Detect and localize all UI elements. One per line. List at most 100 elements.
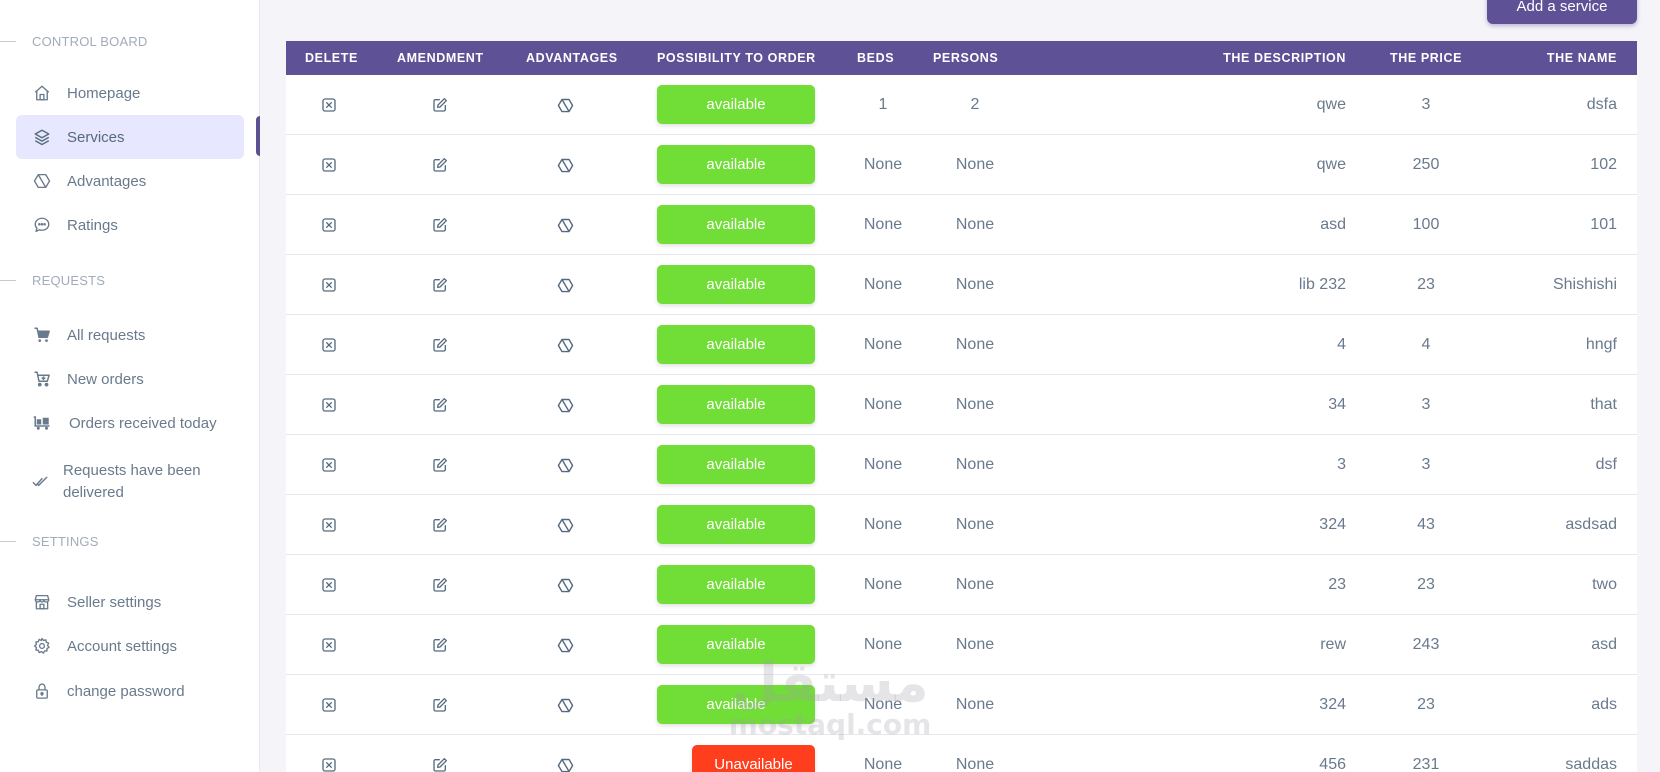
edit-icon[interactable] <box>432 517 448 533</box>
sidebar-item-label: Services <box>67 128 125 146</box>
edit-icon[interactable] <box>432 637 448 653</box>
advantages-hexagon-icon[interactable] <box>557 337 574 353</box>
sidebar-item-advantages[interactable]: Advantages <box>16 159 244 203</box>
sidebar-item-account-settings[interactable]: Account settings <box>16 624 244 668</box>
header-amendment: AMENDMENT <box>397 51 484 65</box>
hexagon-icon <box>32 171 52 191</box>
beds-cell: None <box>863 156 903 173</box>
description-cell: qwe <box>1316 156 1346 173</box>
edit-icon[interactable] <box>432 757 448 772</box>
edit-icon[interactable] <box>432 397 448 413</box>
delete-icon[interactable] <box>321 697 337 713</box>
store-icon <box>32 592 52 612</box>
availability-status-button[interactable]: available <box>657 565 815 604</box>
advantages-hexagon-icon[interactable] <box>557 277 574 293</box>
table-row: available None None 3 3 dsf <box>286 435 1637 495</box>
edit-icon[interactable] <box>432 277 448 293</box>
delete-icon[interactable] <box>321 157 337 173</box>
persons-cell: None <box>955 636 995 653</box>
section-header-settings: SETTINGS <box>0 534 99 549</box>
availability-status-button[interactable]: available <box>657 625 815 664</box>
delete-icon[interactable] <box>321 217 337 233</box>
sidebar-item-label: Advantages <box>67 172 147 190</box>
description-cell: 4 <box>1337 336 1346 353</box>
persons-cell: None <box>955 516 995 533</box>
persons-cell: None <box>955 276 995 293</box>
edit-icon[interactable] <box>432 217 448 233</box>
sidebar-item-all-requests[interactable]: All requests <box>16 313 244 357</box>
cart-plus-icon <box>32 369 52 389</box>
availability-status-button[interactable]: available <box>657 265 815 304</box>
edit-icon[interactable] <box>432 157 448 173</box>
advantages-hexagon-icon[interactable] <box>557 697 574 713</box>
delete-icon[interactable] <box>321 517 337 533</box>
advantages-hexagon-icon[interactable] <box>557 157 574 173</box>
edit-icon[interactable] <box>432 337 448 353</box>
advantages-hexagon-icon[interactable] <box>557 757 574 772</box>
description-cell: qwe <box>1316 96 1346 113</box>
sidebar-item-label: All requests <box>67 326 146 344</box>
availability-status-button[interactable]: available <box>657 385 815 424</box>
advantages-hexagon-icon[interactable] <box>557 457 574 473</box>
table-row: available None None asd 100 101 <box>286 195 1637 255</box>
availability-status-button[interactable]: Unavailable <box>692 745 815 772</box>
advantages-hexagon-icon[interactable] <box>557 577 574 593</box>
delete-icon[interactable] <box>321 337 337 353</box>
sidebar-item-label: Orders received today <box>69 414 217 432</box>
sidebar-item-seller-settings[interactable]: Seller settings <box>16 580 244 624</box>
advantages-hexagon-icon[interactable] <box>557 637 574 653</box>
advantages-hexagon-icon[interactable] <box>557 217 574 233</box>
name-cell: Shishishi <box>1552 276 1617 293</box>
description-cell: asd <box>1320 216 1346 233</box>
sidebar-item-services[interactable]: Services <box>16 115 244 159</box>
delete-icon[interactable] <box>321 277 337 293</box>
availability-status-button[interactable]: available <box>657 325 815 364</box>
delete-icon[interactable] <box>321 637 337 653</box>
section-divider <box>0 41 16 42</box>
edit-icon[interactable] <box>432 697 448 713</box>
name-cell: hngf <box>1585 336 1617 353</box>
availability-status-button[interactable]: available <box>657 85 815 124</box>
beds-cell: None <box>863 696 903 713</box>
advantages-hexagon-icon[interactable] <box>557 97 574 113</box>
sidebar-item-new-orders[interactable]: New orders <box>16 357 244 401</box>
table-row: available None None 324 43 asdsad <box>286 495 1637 555</box>
persons-cell: None <box>955 576 995 593</box>
sidebar-item-requests-delivered[interactable]: Requests have been delivered <box>16 452 244 512</box>
beds-cell: 1 <box>878 96 888 113</box>
sidebar-item-ratings[interactable]: Ratings <box>16 203 244 247</box>
delete-icon[interactable] <box>321 457 337 473</box>
sidebar-item-orders-received-today[interactable]: Orders received today <box>16 401 244 445</box>
advantages-hexagon-icon[interactable] <box>557 517 574 533</box>
header-delete: DELETE <box>305 51 358 65</box>
availability-status-button[interactable]: available <box>657 505 815 544</box>
availability-status-button[interactable]: available <box>657 445 815 484</box>
sidebar-item-label: Account settings <box>67 637 178 655</box>
sidebar-item-change-password[interactable]: change password <box>16 669 244 713</box>
persons-cell: 2 <box>970 96 980 113</box>
edit-icon[interactable] <box>432 577 448 593</box>
description-cell: 324 <box>1319 696 1346 713</box>
gear-icon <box>32 636 52 656</box>
truck-icon <box>32 413 52 433</box>
delete-icon[interactable] <box>321 97 337 113</box>
services-table: DELETE AMENDMENT ADVANTAGES POSSIBILITY … <box>286 41 1637 772</box>
delete-icon[interactable] <box>321 757 337 772</box>
sidebar-item-label: Requests have been delivered <box>63 462 201 501</box>
delete-icon[interactable] <box>321 577 337 593</box>
edit-icon[interactable] <box>432 457 448 473</box>
header-beds: BEDS <box>857 51 895 65</box>
availability-status-button[interactable]: available <box>657 205 815 244</box>
availability-status-button[interactable]: available <box>657 145 815 184</box>
persons-cell: None <box>955 696 995 713</box>
sidebar-item-homepage[interactable]: Homepage <box>16 71 244 115</box>
section-title: REQUESTS <box>32 273 106 288</box>
edit-icon[interactable] <box>432 97 448 113</box>
delete-icon[interactable] <box>321 397 337 413</box>
description-cell: 23 <box>1328 576 1346 593</box>
advantages-hexagon-icon[interactable] <box>557 397 574 413</box>
availability-status-button[interactable]: available <box>657 685 815 724</box>
table-row: available 1 2 qwe 3 dsfa <box>286 75 1637 135</box>
add-service-button[interactable]: Add a service <box>1487 0 1637 24</box>
header-advantages: ADVANTAGES <box>526 51 618 65</box>
